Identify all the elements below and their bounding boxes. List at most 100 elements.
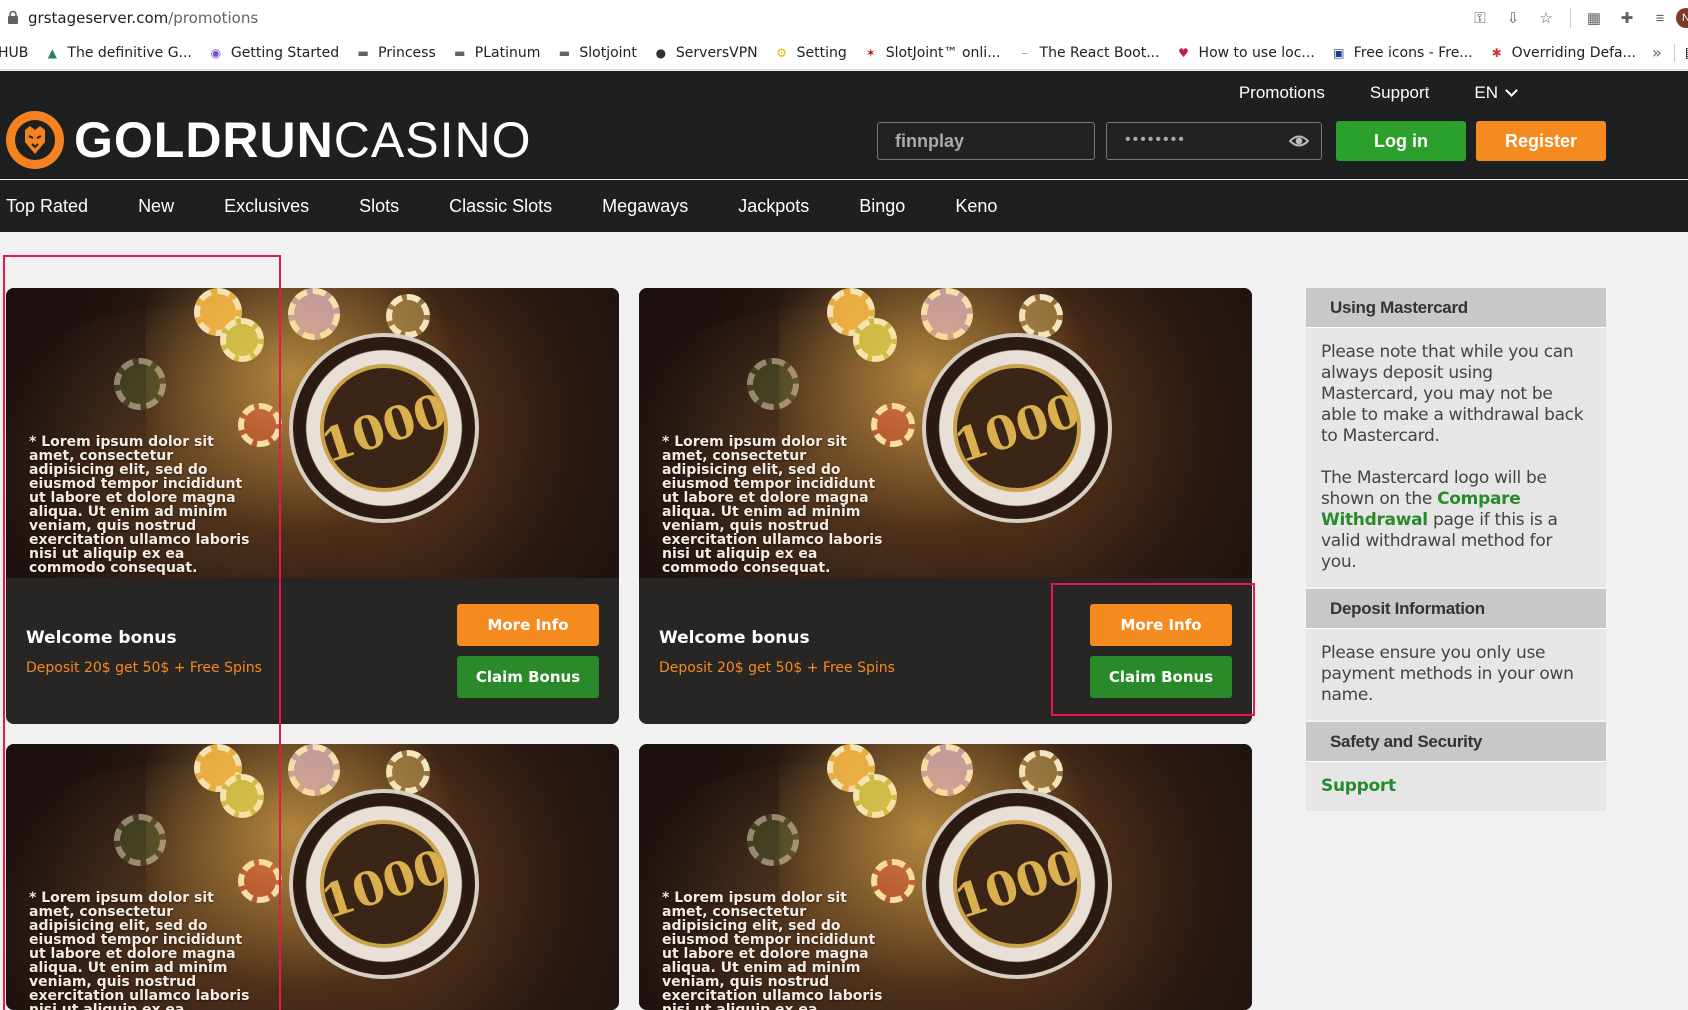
claim-bonus-button[interactable]: Claim Bonus xyxy=(1090,656,1232,698)
chip-value: 1000 xyxy=(314,838,454,930)
nav-item-new[interactable]: New xyxy=(138,196,174,217)
promo-card: 1000 * Lorem ipsum dolor sit amet, conse… xyxy=(639,288,1252,724)
support-link[interactable]: Support xyxy=(1370,83,1430,103)
bookmark-item[interactable]: ● ServersVPN xyxy=(653,45,758,61)
claim-bonus-button[interactable]: Claim Bonus xyxy=(457,656,599,698)
tiger-logo-icon xyxy=(6,111,64,169)
chip-value: 1000 xyxy=(314,382,454,474)
nav-item-top-rated[interactable]: Top Rated xyxy=(6,196,88,217)
bookmarks-bar: HUB ▲ The definitive G... ◉ Getting Started ▬… xyxy=(0,36,1688,70)
bookmark-item[interactable]: ▲ The definitive G... xyxy=(44,45,192,61)
casino-chip-icon xyxy=(114,358,166,410)
casino-chip-icon xyxy=(220,318,264,362)
promotions-link[interactable]: Promotions xyxy=(1239,83,1325,103)
promo-description: * Lorem ipsum dolor sit amet, consectetu… xyxy=(662,434,883,576)
info-sidebar: Using Mastercard Please note that while … xyxy=(1306,288,1606,813)
eye-logo-icon: ◉ xyxy=(210,45,222,60)
flaticon-icon: ▣ xyxy=(1333,45,1345,60)
casino-chip-icon xyxy=(194,288,242,336)
reading-list[interactable]: ▤Readi xyxy=(1673,43,1688,62)
promo-card: 1000 * Lorem ipsum dolor sit amet, conse… xyxy=(6,288,619,724)
toolbar-divider xyxy=(1570,8,1571,28)
deposit-heading: Deposit Information xyxy=(1306,589,1606,629)
promo-image: 1000 * Lorem ipsum dolor sit amet, conse… xyxy=(639,288,1252,578)
install-icon[interactable]: ⇩ xyxy=(1503,8,1523,28)
key-icon[interactable]: ⚿ xyxy=(1470,8,1490,28)
bookmarks-divider xyxy=(1673,43,1675,62)
support-sidebar-link[interactable]: Support xyxy=(1321,776,1396,796)
url-host: grstageserver.com xyxy=(28,9,169,27)
username-field[interactable]: finnplay xyxy=(877,122,1095,160)
media-icon[interactable]: ≡ xyxy=(1650,8,1670,28)
bookmark-item[interactable]: ⚙ Setting xyxy=(774,45,847,61)
bookmark-item[interactable]: ▬ PLatinum xyxy=(452,45,540,61)
star-icon[interactable]: ☆ xyxy=(1536,8,1556,28)
bookmark-item[interactable]: – The React Boot... xyxy=(1017,45,1160,61)
casino-chip-icon xyxy=(747,358,799,410)
lock-icon xyxy=(8,11,18,24)
bookmark-item[interactable]: HUB xyxy=(0,45,28,61)
browser-address-bar[interactable]: grstageserver.com/promotions ⚿ ⇩ ☆ ▦ ✚ ≡… xyxy=(0,0,1688,36)
nav-item-slots[interactable]: Slots xyxy=(359,196,399,217)
eye-icon[interactable] xyxy=(1289,133,1309,149)
language-selector[interactable]: EN xyxy=(1474,83,1518,103)
more-info-button[interactable]: More Info xyxy=(457,604,599,646)
bookmark-item[interactable]: ▣ Free icons - Fre... xyxy=(1331,45,1473,61)
casino-chip-icon xyxy=(747,814,799,866)
bookmark-label: SlotJoint™ onli... xyxy=(885,44,1001,61)
casino-chip-icon xyxy=(827,744,875,792)
casino-chip-icon xyxy=(220,774,264,818)
bookmark-item[interactable]: ✱ Overriding Defa... xyxy=(1489,45,1636,61)
login-button[interactable]: Log in xyxy=(1336,121,1466,161)
safety-info: Support xyxy=(1306,762,1606,811)
asterisk-icon: ✱ xyxy=(1491,45,1502,60)
casino-chip-icon xyxy=(194,744,242,792)
promo-card: 1000 * Lorem ipsum dolor sit amet, conse… xyxy=(639,744,1252,1010)
folder-icon: ▬ xyxy=(357,45,369,60)
bookmark-label: The React Boot... xyxy=(1039,44,1160,61)
bookmark-label: Getting Started xyxy=(230,44,340,61)
language-label: EN xyxy=(1474,83,1498,102)
bookmark-label: Slotjoint xyxy=(579,44,637,61)
nav-item-exclusives[interactable]: Exclusives xyxy=(224,196,309,217)
nav-item-keno[interactable]: Keno xyxy=(955,196,997,217)
casino-chip-1000-icon: 1000 xyxy=(922,789,1112,979)
bookmark-item[interactable]: ◉ Getting Started xyxy=(208,44,340,61)
bookmarks-overflow-icon[interactable]: » xyxy=(1652,43,1662,62)
casino-chip-1000-icon: 1000 xyxy=(289,333,479,523)
casino-chip-icon xyxy=(386,750,430,794)
password-field[interactable]: •••••••• xyxy=(1106,122,1322,160)
extensions-icon[interactable]: ✚ xyxy=(1617,8,1637,28)
mastercard-info: Please note that while you can always de… xyxy=(1306,328,1606,587)
promo-title: Welcome bonus xyxy=(26,628,177,648)
bookmark-label: Free icons - Fre... xyxy=(1353,44,1473,61)
bookmark-item[interactable]: ▬ Slotjoint xyxy=(556,45,637,61)
bookmark-label: Princess xyxy=(378,44,436,61)
nav-item-megaways[interactable]: Megaways xyxy=(602,196,688,217)
main-nav: Top Rated New Exclusives Slots Classic S… xyxy=(0,180,1688,232)
casino-chip-icon xyxy=(114,814,166,866)
bookmark-item[interactable]: ✶ SlotJoint™ onli... xyxy=(863,45,1001,61)
casino-chip-icon xyxy=(853,318,897,362)
avatar[interactable]: N xyxy=(1676,8,1688,28)
logo-text-light: CASINO xyxy=(333,112,532,168)
bookmark-label: The definitive G... xyxy=(67,44,192,61)
nav-item-classic-slots[interactable]: Classic Slots xyxy=(449,196,552,217)
register-button[interactable]: Register xyxy=(1476,121,1606,161)
nav-item-bingo[interactable]: Bingo xyxy=(859,196,905,217)
site-logo[interactable]: GOLDRUNCASINO xyxy=(6,111,531,169)
bookmark-label: ServersVPN xyxy=(675,44,758,61)
bookmark-item[interactable]: ♥ How to use loc... xyxy=(1176,45,1315,61)
casino-chip-icon xyxy=(1019,750,1063,794)
casino-chip-icon xyxy=(288,744,340,796)
bar-icon: – xyxy=(1021,45,1028,60)
bookmark-item[interactable]: ▬ Princess xyxy=(355,44,436,61)
url-text[interactable]: grstageserver.com/promotions xyxy=(28,9,258,27)
nav-item-jackpots[interactable]: Jackpots xyxy=(738,196,809,217)
bookmark-label: Overriding Defa... xyxy=(1511,44,1636,61)
more-info-button[interactable]: More Info xyxy=(1090,604,1232,646)
qr-icon[interactable]: ▦ xyxy=(1584,8,1604,28)
promo-title: Welcome bonus xyxy=(659,628,810,648)
promo-description: * Lorem ipsum dolor sit amet, consectetu… xyxy=(29,890,250,1010)
top-links: Promotions Support EN xyxy=(1194,83,1518,103)
